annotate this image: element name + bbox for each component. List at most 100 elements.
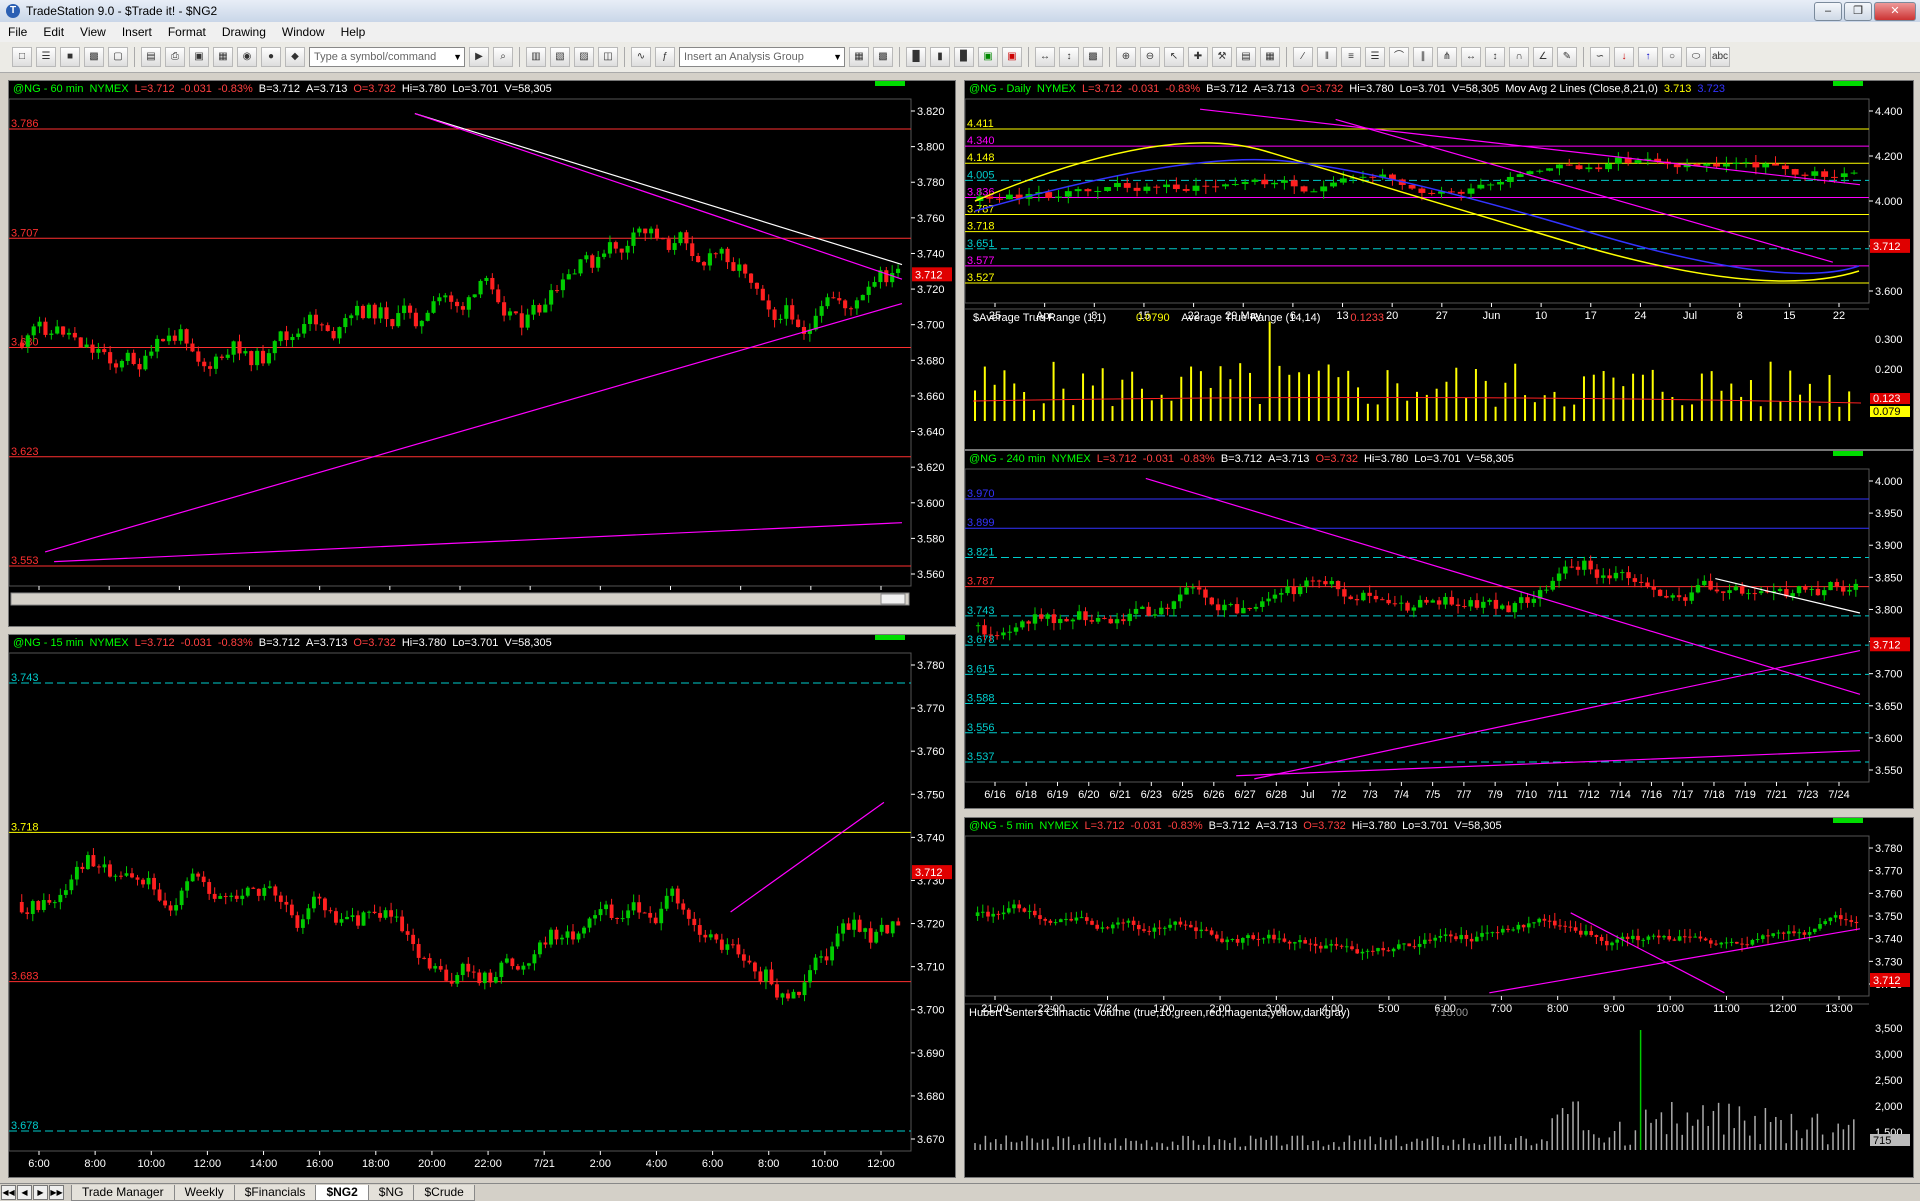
zoom-in-icon[interactable]: ⊕ [1116,47,1136,67]
open-icon[interactable]: ☰ [36,47,56,67]
tab-crude[interactable]: $Crude [413,1184,475,1201]
first-tab-icon[interactable]: ◀◀ [1,1185,16,1200]
tools-icon[interactable]: ⚒ [1212,47,1232,67]
price-level-label: 3.553 [11,555,39,567]
menu-window[interactable]: Window [274,25,333,39]
fib-icon[interactable]: ☰ [1365,47,1385,67]
scrollbar-thumb[interactable] [880,593,906,605]
lock-icon[interactable]: ◉ [237,47,257,67]
close-icon[interactable]: ✕ [1874,2,1916,21]
channel-icon[interactable]: ∥ [1413,47,1433,67]
scale-icon[interactable]: ↕ [1059,47,1079,67]
pointer-icon[interactable]: ↖ [1164,47,1184,67]
tab-trade-manager[interactable]: Trade Manager [71,1184,175,1201]
menu-insert[interactable]: Insert [114,25,160,39]
crosshair-icon[interactable]: ✚ [1188,47,1208,67]
order-bar-icon[interactable]: ▤ [1236,47,1256,67]
status-field: L=3.712 [1084,820,1125,832]
chart-ng-daily[interactable]: 4.4004.2004.0003.8003.60025Apr8152229 Ma… [964,80,1914,450]
lookup-icon[interactable]: ⌕ [493,47,513,67]
window-icon[interactable]: ▣ [189,47,209,67]
horizontal-lines-icon[interactable]: ≡ [1341,47,1361,67]
arc-icon[interactable]: ⌒ [1389,47,1409,67]
restore-icon[interactable]: ❐ [1844,2,1872,21]
tab-ng[interactable]: $NG [367,1184,415,1201]
strategy-icon[interactable]: ▦ [849,47,869,67]
chart-ng-240min[interactable]: 4.0003.9503.9003.8503.8003.7503.7003.650… [964,450,1914,809]
up-arrow-icon[interactable]: ↑ [1638,47,1658,67]
candle-body [146,877,151,885]
x-tick-label: 6/20 [1078,789,1099,801]
text-icon[interactable]: abc [1710,47,1730,67]
candle-body [515,966,520,970]
symbol-command-input[interactable]: Type a symbol/command ▼ [309,47,465,67]
folder-icon[interactable]: ▢ [108,47,128,67]
chart-window-icon[interactable]: ▥ [526,47,546,67]
vertical-line-icon[interactable]: ‖ [1317,47,1337,67]
link-icon[interactable]: ∿ [631,47,651,67]
ellipse-icon[interactable]: ⬭ [1686,47,1706,67]
last-tab-icon[interactable]: ▶▶ [49,1185,64,1200]
analysis-icon[interactable]: ƒ [655,47,675,67]
chart-ng-15min[interactable]: 3.780 3.770 3.760 3.750 3.740 3.730 3.720 3.710… [8,634,956,1178]
menu-file[interactable]: File [0,25,35,39]
print-icon[interactable]: ⎙ [165,47,185,67]
menu-view[interactable]: View [72,25,114,39]
y-tick-label: 3.550 [1875,765,1903,777]
save-icon[interactable]: ■ [60,47,80,67]
horizontal-scrollbar[interactable] [10,592,910,606]
bar-chart-icon[interactable]: █ [906,47,926,67]
volume-icon[interactable]: ▉ [954,47,974,67]
menu-format[interactable]: Format [160,25,214,39]
tab-financials[interactable]: $Financials [233,1184,317,1201]
freehand-icon[interactable]: ∽ [1590,47,1610,67]
candle-body [1807,932,1812,935]
menu-help[interactable]: Help [333,25,374,39]
minimize-icon[interactable]: – [1814,2,1842,21]
candle-body [1391,948,1396,952]
circle-icon[interactable]: ○ [1662,47,1682,67]
tab-weekly[interactable]: Weekly [173,1184,235,1201]
new-icon[interactable]: □ [12,47,32,67]
red-bar-icon[interactable]: ▣ [1002,47,1022,67]
save-all-icon[interactable]: ▩ [84,47,104,67]
scanner-icon[interactable]: ◫ [598,47,618,67]
zoom-out-icon[interactable]: ⊖ [1140,47,1160,67]
down-arrow-icon[interactable]: ↓ [1614,47,1634,67]
menu-drawing[interactable]: Drawing [214,25,274,39]
chart-ng-5min[interactable]: 3.7803.7703.7603.7503.7403.7303.72021:00… [964,817,1914,1178]
candle-body [1339,178,1347,183]
color-icon[interactable]: ● [261,47,281,67]
vertical-arrow-icon[interactable]: ↕ [1485,47,1505,67]
chevron-down-icon[interactable]: ▼ [453,48,462,66]
status-field: -0.83% [217,83,253,95]
matrix-window-icon[interactable]: ▨ [574,47,594,67]
pen-icon[interactable]: ✎ [1557,47,1577,67]
radar-window-icon[interactable]: ▧ [550,47,570,67]
candle-body [1544,589,1549,591]
trendline-icon[interactable]: ∕ [1293,47,1313,67]
next-tab-icon[interactable]: ▶ [33,1185,48,1200]
tab-ng2[interactable]: $NG2 [315,1184,369,1201]
go-arrow-icon[interactable]: ▶ [469,47,489,67]
gann-icon[interactable]: ∩ [1509,47,1529,67]
candle-body [626,910,631,919]
candle-icon[interactable]: ▮ [930,47,950,67]
indicator-icon[interactable]: ▩ [873,47,893,67]
spacing-icon[interactable]: ↔ [1035,47,1055,67]
menu-edit[interactable]: Edit [35,25,72,39]
layout-icon[interactable]: ▦ [213,47,233,67]
shapes-icon[interactable]: ◆ [285,47,305,67]
chart-ng-60min[interactable]: 3.820 3.800 3.780 3.760 3.740 3.720 3.700 3.680… [8,80,956,627]
speed-lines-icon[interactable]: ∠ [1533,47,1553,67]
analysis-group-select[interactable]: Insert an Analysis Group ▼ [679,47,845,67]
green-bar-icon[interactable]: ▣ [978,47,998,67]
horizontal-arrow-icon[interactable]: ↔ [1461,47,1481,67]
print-preview-icon[interactable]: ▤ [141,47,161,67]
pitchfork-icon[interactable]: ⋔ [1437,47,1457,67]
grid-icon[interactable]: ▦ [1260,47,1280,67]
chevron-down-icon[interactable]: ▼ [833,48,842,66]
candle-body [1781,932,1786,934]
prev-tab-icon[interactable]: ◀ [17,1185,32,1200]
data-window-icon[interactable]: ▩ [1083,47,1103,67]
